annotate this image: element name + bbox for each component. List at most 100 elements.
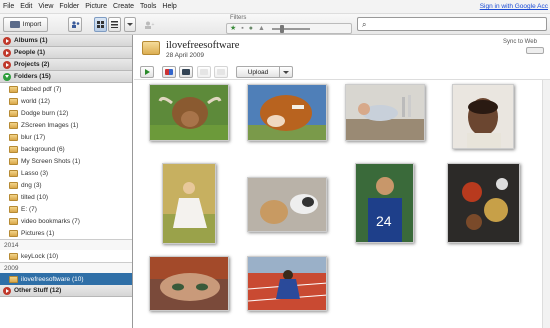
section-albums[interactable]: Albums (1) [0, 35, 132, 47]
folder-label: Dodge burn (12) [21, 109, 69, 117]
list-view-button[interactable] [108, 17, 121, 32]
menu-file[interactable]: File [3, 3, 14, 10]
movie-button[interactable] [179, 66, 193, 78]
folder-item-selected[interactable]: ilovefreesoftware (10) [0, 273, 132, 285]
child-portrait-photo [453, 85, 513, 148]
folder-icon [9, 217, 18, 225]
menu-edit[interactable]: Edit [20, 3, 32, 10]
photo-thumbnail[interactable] [149, 84, 229, 141]
folder-item[interactable]: dng (3) [0, 179, 132, 191]
section-label: Folders (15) [14, 73, 51, 80]
menu-picture[interactable]: Picture [85, 3, 107, 10]
sync-toggle[interactable] [526, 47, 544, 54]
import-button[interactable]: Import [3, 17, 48, 32]
menu-view[interactable]: View [38, 3, 53, 10]
football-fan-photo: 24 [356, 164, 413, 242]
section-label: Albums (1) [14, 37, 48, 44]
add-people-button[interactable]: + [142, 17, 157, 32]
folder-icon [9, 85, 18, 93]
folder-item[interactable]: Pictures (1) [0, 227, 132, 239]
folder-icon [9, 193, 18, 201]
menu-tools[interactable]: Tools [140, 3, 156, 10]
section-folders[interactable]: Folders (15) [0, 71, 132, 83]
star-filter-icon[interactable]: ★ [230, 25, 236, 32]
section-other-stuff[interactable]: Other Stuff (12) [0, 285, 132, 297]
expand-arrow-icon[interactable] [3, 36, 11, 45]
movie-icon [182, 69, 190, 75]
folder-item[interactable]: Lasso (3) [0, 167, 132, 179]
folder-label: keyLock (10) [21, 252, 59, 260]
face-filter-icon[interactable]: ● [249, 25, 253, 32]
collage-button[interactable] [162, 66, 176, 78]
filters-label: Filters [230, 15, 247, 21]
geotag-filter-icon[interactable]: ▲ [258, 25, 265, 32]
photo-thumbnail[interactable] [247, 177, 327, 232]
photo-thumbnail[interactable] [447, 163, 520, 243]
slider-thumb[interactable] [279, 24, 284, 33]
folder-item[interactable]: ZScreen Images (1) [0, 119, 132, 131]
brown-cow-photo [248, 85, 326, 140]
section-people[interactable]: People (1) [0, 47, 132, 59]
folder-icon [9, 97, 18, 105]
spices-photo [448, 164, 519, 242]
list-view-icon [111, 21, 118, 28]
photo-thumbnail[interactable] [247, 256, 327, 311]
photo-thumbnail[interactable] [452, 84, 514, 149]
scrollbar[interactable] [542, 80, 550, 328]
folder-item[interactable]: My Screen Shots (1) [0, 155, 132, 167]
view-dropdown-button[interactable] [124, 17, 136, 32]
share-button[interactable] [68, 17, 82, 32]
folder-label: blur (17) [21, 133, 46, 141]
edit-button[interactable] [197, 66, 211, 78]
folder-label: tabbed pdf (7) [21, 85, 62, 93]
search-input[interactable]: ⌕ [357, 17, 547, 31]
folder-item[interactable]: tilted (10) [0, 191, 132, 203]
folder-item[interactable]: tabbed pdf (7) [0, 83, 132, 95]
highland-cow-photo [150, 85, 228, 140]
year-group-2009: 2009 [0, 262, 132, 273]
people-share-icon [71, 21, 79, 28]
folder-icon [9, 145, 18, 153]
album-title[interactable]: ilovefreesoftware [166, 40, 239, 51]
menu-folder[interactable]: Folder [59, 3, 79, 10]
expand-arrow-icon[interactable] [3, 48, 11, 57]
folder-item[interactable]: background (6) [0, 143, 132, 155]
folder-item[interactable]: blur (17) [0, 131, 132, 143]
date-filter-slider[interactable] [271, 24, 310, 33]
export-icon [217, 69, 225, 75]
sign-in-link[interactable]: Sign in with Google Acc [480, 3, 548, 10]
folder-item[interactable]: world (12) [0, 95, 132, 107]
folder-icon [9, 252, 18, 260]
photo-thumbnail[interactable] [149, 256, 229, 311]
photo-thumbnail[interactable]: 24 [355, 163, 414, 243]
woman-eyes-photo [150, 257, 228, 310]
menu-help[interactable]: Help [162, 3, 176, 10]
photo-thumbnail[interactable] [247, 84, 327, 141]
import-icon [9, 21, 20, 28]
video-filter-icon[interactable]: ▪ [241, 25, 243, 32]
thumbnail-view-button[interactable] [94, 17, 107, 32]
folder-item[interactable]: Dodge burn (12) [0, 107, 132, 119]
collapse-arrow-icon[interactable] [3, 72, 11, 81]
upload-dropdown-button[interactable] [280, 66, 293, 78]
upload-button[interactable]: Upload [236, 66, 280, 78]
action-bar: Upload [134, 64, 550, 80]
people-icon: + [145, 21, 155, 29]
folder-icon [142, 41, 160, 55]
slideshow-button[interactable] [140, 66, 154, 78]
track-athlete-photo [248, 257, 326, 310]
folder-icon [9, 205, 18, 213]
expand-arrow-icon[interactable] [3, 286, 11, 295]
folder-item[interactable]: E: (7) [0, 203, 132, 215]
expand-arrow-icon[interactable] [3, 60, 11, 69]
folder-item[interactable]: keyLock (10) [0, 250, 132, 262]
photo-thumbnail[interactable] [162, 163, 216, 244]
menu-create[interactable]: Create [113, 3, 134, 10]
export-button[interactable] [214, 66, 228, 78]
folder-label: My Screen Shots (1) [21, 157, 81, 165]
folder-item[interactable]: video bookmarks (7) [0, 215, 132, 227]
main-panel: ilovefreesoftware 28 April 2009 Sync to … [134, 35, 550, 328]
import-label: Import [22, 21, 42, 28]
photo-thumbnail[interactable] [345, 84, 425, 141]
section-projects[interactable]: Projects (2) [0, 59, 132, 71]
